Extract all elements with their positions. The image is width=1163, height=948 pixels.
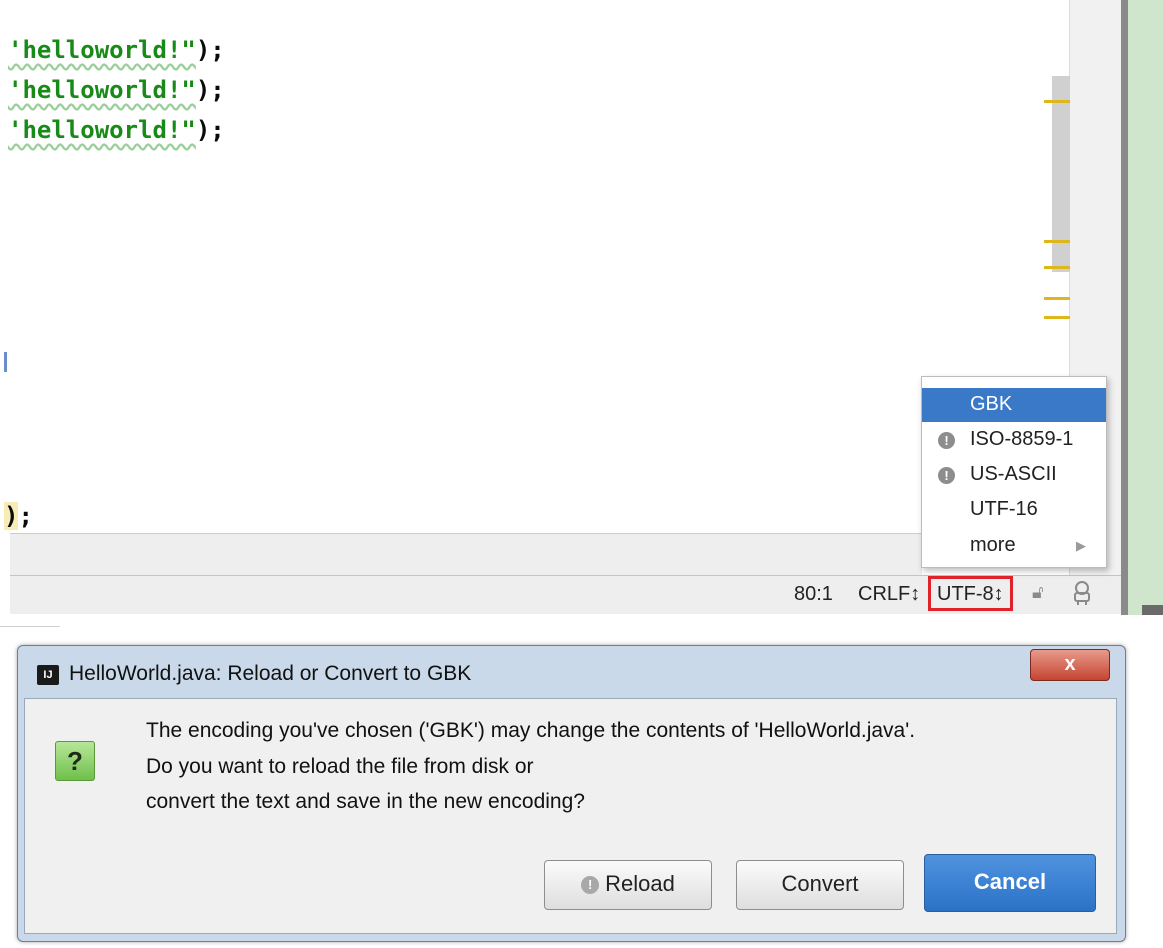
- encoding-option-iso-8859-1[interactable]: ! ISO-8859-1: [922, 423, 1106, 457]
- warning-marker[interactable]: [1044, 316, 1070, 319]
- code-line[interactable]: );: [4, 502, 33, 530]
- code-line[interactable]: 'helloworld!");: [8, 116, 225, 144]
- inspector-icon[interactable]: [1071, 580, 1093, 606]
- encoding-option-us-ascii[interactable]: ! US-ASCII: [922, 458, 1106, 492]
- cancel-button[interactable]: Cancel: [924, 854, 1096, 912]
- dialog-body: ? The encoding you've chosen ('GBK') may…: [24, 698, 1117, 934]
- editor-panel: 'helloworld!"); 'helloworld!"); 'hellowo…: [0, 0, 1163, 615]
- reload-convert-dialog: IJ HelloWorld.java: Reload or Convert to…: [17, 645, 1126, 942]
- close-button[interactable]: x: [1030, 649, 1110, 681]
- code-line[interactable]: 'helloworld!");: [8, 76, 225, 104]
- background-divider: [0, 626, 60, 627]
- lock-icon[interactable]: 🔓︎: [1032, 582, 1044, 603]
- matched-paren: ): [4, 502, 19, 530]
- side-panel-edge: [1121, 0, 1163, 615]
- encoding-option-gbk[interactable]: GBK: [922, 388, 1106, 422]
- dialog-message-line: Do you want to reload the file from disk…: [146, 755, 534, 778]
- side-panel-corner: [1142, 605, 1163, 615]
- warning-marker[interactable]: [1044, 266, 1070, 269]
- encoding-option-utf-16[interactable]: UTF-16: [922, 493, 1106, 527]
- gutter-marker: [4, 352, 7, 372]
- submenu-arrow-icon: ▶: [1076, 538, 1086, 553]
- dialog-message-line: The encoding you've chosen ('GBK') may c…: [146, 719, 916, 742]
- warning-marker[interactable]: [1044, 100, 1070, 103]
- line-separator-selector[interactable]: CRLF↕: [858, 583, 920, 606]
- convert-button[interactable]: Convert: [736, 860, 904, 910]
- warning-icon: !: [938, 432, 955, 449]
- warning-icon: !: [938, 467, 955, 484]
- caret-position[interactable]: 80:1: [794, 583, 833, 606]
- warning-marker[interactable]: [1044, 297, 1070, 300]
- warning-icon: !: [581, 876, 600, 894]
- editor-bottom-strip: [10, 533, 922, 576]
- reload-button[interactable]: ! Reload: [544, 860, 712, 910]
- code-line[interactable]: 'helloworld!");: [8, 36, 225, 64]
- encoding-highlight-box: [928, 576, 1013, 611]
- question-icon: ?: [55, 741, 95, 781]
- intellij-app-icon: IJ: [37, 665, 59, 685]
- dialog-message-line: convert the text and save in the new enc…: [146, 790, 585, 813]
- encoding-option-more[interactable]: more ▶: [922, 529, 1106, 563]
- warning-marker[interactable]: [1044, 240, 1070, 243]
- dialog-title: HelloWorld.java: Reload or Convert to GB…: [69, 662, 472, 685]
- encoding-menu: GBK ! ISO-8859-1 ! US-ASCII UTF-16 more …: [921, 376, 1107, 568]
